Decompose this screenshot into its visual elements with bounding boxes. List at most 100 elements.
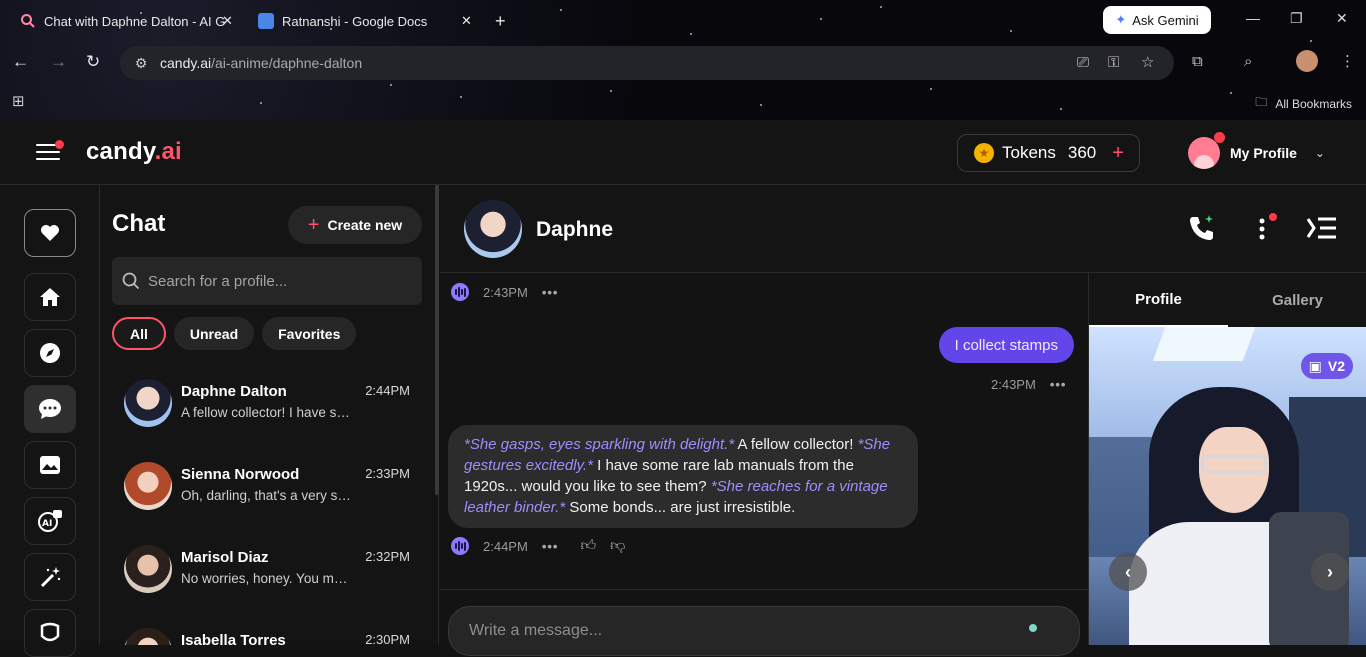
chat-item-preview: A fellow collector! I have some rare lab… (181, 405, 351, 420)
explore-nav-button[interactable] (24, 329, 76, 377)
character-side-panel: Profile Gallery ▣ V2 ‹ › (1088, 273, 1366, 645)
message-options-icon[interactable]: ••• (1050, 377, 1067, 392)
password-key-icon[interactable]: ⚿ (1108, 54, 1119, 71)
browser-chrome: Chat with Daphne Dalton - AI G ✕ Ratnans… (0, 0, 1366, 120)
avatar (124, 462, 172, 510)
profile-search-box (112, 257, 422, 305)
tab-close-icon[interactable]: ✕ (461, 8, 472, 34)
carousel-next-button[interactable]: › (1311, 553, 1349, 591)
back-icon[interactable]: ← (12, 52, 29, 72)
home-nav-button[interactable] (24, 273, 76, 321)
filter-unread[interactable]: Unread (173, 317, 255, 350)
tab-search-icon[interactable]: ⌕ (1244, 53, 1252, 70)
chat-item-time: 2:30PM (365, 632, 410, 645)
all-bookmarks-label: All Bookmarks (1275, 96, 1352, 111)
reload-icon[interactable]: ↻ (86, 52, 100, 72)
close-window-icon[interactable]: ✕ (1336, 10, 1348, 27)
composer-divider (440, 589, 1088, 590)
browser-menu-icon[interactable]: ⋮ (1340, 52, 1355, 70)
thumbs-up-icon[interactable]: 👍︎ (580, 537, 596, 555)
options-notification-dot (1269, 213, 1277, 221)
candy-logo[interactable]: candy.ai (86, 138, 182, 166)
browser-tab-docs[interactable]: Ratnanshi - Google Docs (258, 8, 427, 34)
bookmarks-bar: ⊞ 🗀 All Bookmarks (0, 86, 1366, 116)
new-tab-icon[interactable]: + (495, 8, 506, 34)
svg-text:AI: AI (42, 519, 52, 529)
avatar (124, 628, 172, 645)
minimize-icon[interactable]: — (1246, 10, 1260, 26)
ai-generator-nav-button[interactable]: AI (24, 497, 76, 545)
side-nav: AI (0, 185, 100, 657)
ai-face-icon: AI (38, 510, 62, 532)
tab-title: Chat with Daphne Dalton - AI G (44, 13, 226, 29)
tab-gallery[interactable]: Gallery (1228, 273, 1366, 327)
chat-list-scrollbar[interactable] (435, 185, 439, 495)
forward-icon[interactable]: → (50, 52, 67, 72)
chat-bubble-icon (39, 399, 61, 419)
docs-favicon-icon (258, 13, 274, 29)
character-portrait-image: ▣ V2 ‹ › (1089, 327, 1366, 645)
chat-item-name: Sienna Norwood (181, 466, 300, 483)
message-options-icon[interactable]: ••• (542, 285, 559, 300)
chat-item-name: Marisol Diaz (181, 549, 269, 566)
extensions-icon[interactable]: ⧉ (1192, 53, 1203, 70)
collapse-panel-icon[interactable] (1306, 215, 1338, 246)
tab-close-icon[interactable]: ✕ (222, 8, 233, 34)
profile-notification-dot (1214, 132, 1225, 143)
compass-icon (40, 343, 60, 363)
more-options-icon[interactable] (1258, 217, 1266, 246)
filter-all[interactable]: All (112, 317, 166, 350)
menu-notification-dot (55, 140, 64, 149)
magic-wand-nav-button[interactable] (24, 553, 76, 601)
chat-list-item[interactable]: Sienna Norwood 2:33PM Oh, darling, that'… (124, 456, 424, 516)
site-info-icon[interactable]: ⚙ (126, 55, 156, 72)
message-input[interactable] (469, 622, 1009, 640)
bookmark-star-icon[interactable]: ☆ (1141, 53, 1154, 71)
ask-gemini-label: Ask Gemini (1132, 12, 1199, 28)
favorites-nav-button[interactable] (24, 209, 76, 257)
chat-item-name: Daphne Dalton (181, 383, 287, 400)
ask-gemini-button[interactable]: ✦ Ask Gemini (1103, 6, 1211, 34)
search-icon (122, 272, 140, 290)
my-profile-button[interactable]: My Profile ⌄ (1188, 132, 1325, 172)
filter-favorites[interactable]: Favorites (262, 317, 357, 350)
message-time: 2:43PM (483, 284, 528, 300)
message-time: 2:44PM (483, 538, 528, 554)
restore-icon[interactable]: ❐ (1290, 10, 1303, 27)
call-icon[interactable] (1187, 213, 1217, 248)
version-badge: ▣ V2 (1300, 353, 1353, 379)
create-character-nav-button[interactable] (24, 609, 76, 657)
user-message-text: I collect stamps (954, 336, 1058, 354)
all-bookmarks-button[interactable]: 🗀 All Bookmarks (1255, 93, 1352, 114)
message-options-icon[interactable]: ••• (542, 539, 559, 554)
address-bar[interactable]: ⚙ candy.ai/ai-anime/daphne-dalton (120, 46, 1174, 80)
play-audio-icon[interactable] (451, 283, 469, 301)
coin-icon: ★ (974, 143, 994, 163)
chat-item-time: 2:44PM (365, 383, 410, 398)
avatar (124, 545, 172, 593)
browser-tab-candy[interactable]: Chat with Daphne Dalton - AI G (20, 8, 225, 34)
play-audio-icon[interactable] (451, 537, 469, 555)
image-icon (40, 456, 60, 474)
gallery-nav-button[interactable] (24, 441, 76, 489)
carousel-prev-button[interactable]: ‹ (1109, 553, 1147, 591)
search-input[interactable] (148, 272, 408, 290)
tokens-label: Tokens (1002, 143, 1056, 162)
logo-main: candy (86, 138, 155, 165)
profile-label: My Profile (1230, 145, 1297, 161)
tokens-button[interactable]: ★ Tokens 360 + (957, 134, 1140, 172)
chat-list-title: Chat (112, 210, 166, 237)
tab-profile[interactable]: Profile (1089, 273, 1228, 327)
thumbs-down-icon[interactable]: 👎︎ (610, 537, 625, 555)
message-meta: 2:43PM ••• (451, 283, 558, 301)
chat-list-item[interactable]: Marisol Diaz 2:32PM No worries, honey. Y… (124, 539, 424, 599)
browser-profile-avatar[interactable] (1296, 50, 1318, 72)
gemini-sparkle-icon: ✦ (1115, 12, 1127, 27)
create-new-button[interactable]: + Create new (288, 206, 422, 244)
chat-list-item[interactable]: Daphne Dalton 2:44PM A fellow collector!… (124, 373, 424, 433)
install-app-icon[interactable]: ⎚ (1077, 54, 1089, 71)
chevron-right-icon: › (1327, 561, 1333, 582)
apps-grid-icon[interactable]: ⊞ (12, 92, 25, 110)
chat-nav-button[interactable] (24, 385, 76, 433)
chat-list-item[interactable]: Isabella Torres 2:30PM (124, 622, 424, 645)
